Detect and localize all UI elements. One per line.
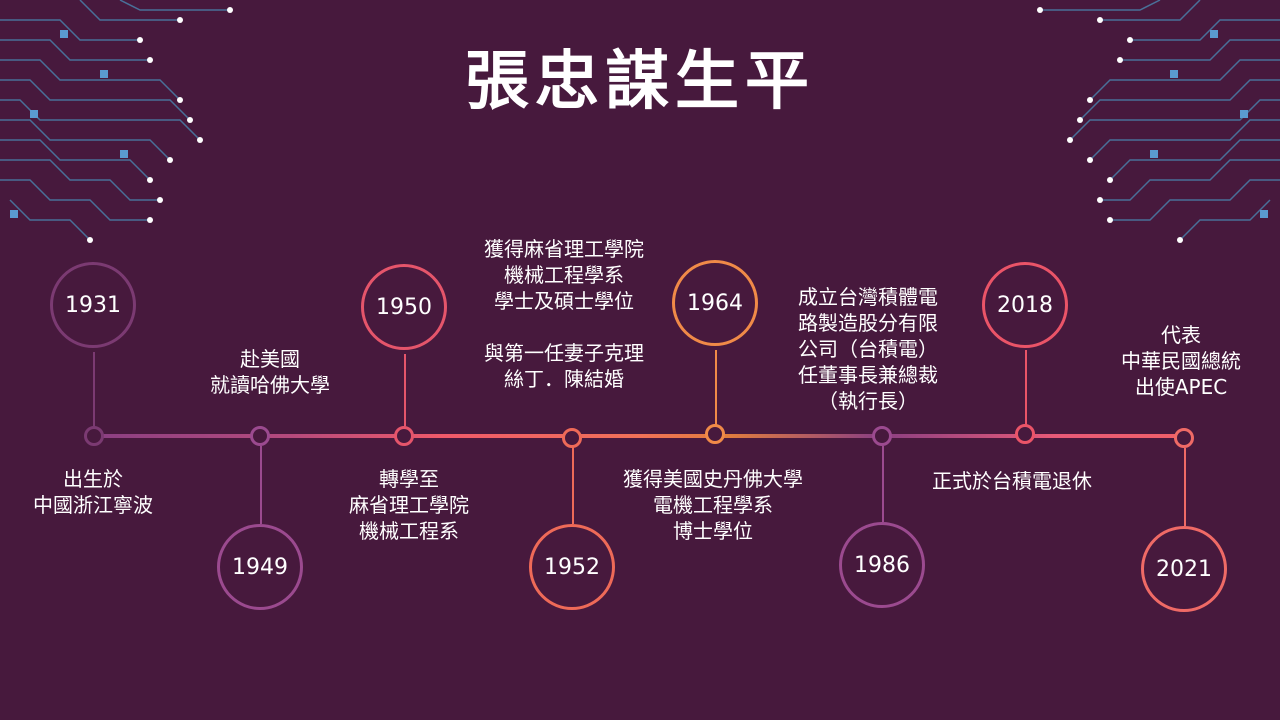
timeline-node-1931 (84, 426, 104, 446)
timeline-node-2021 (1174, 428, 1194, 448)
year-circle-1950: 1950 (361, 264, 447, 350)
event-text-1949: 赴美國 就讀哈佛大學 (210, 347, 330, 397)
event-text-1952: 獲得麻省理工學院 機械工程學系 學士及碩士學位 與第一任妻子克理 絲丁．陳結婚 (484, 237, 644, 391)
year-circle-1931: 1931 (50, 262, 136, 348)
timeline-node-2018 (1015, 424, 1035, 444)
event-text-1950: 轉學至 麻省理工學院 機械工程系 (349, 467, 469, 543)
timeline-node-1952 (562, 428, 582, 448)
event-text-1931: 出生於 中國浙江寧波 (33, 467, 153, 517)
year-circle-2018: 2018 (982, 262, 1068, 348)
event-text-2018: 正式於台積電退休 (932, 469, 1092, 493)
timeline-stem-1986 (882, 446, 884, 522)
event-text-1986: 成立台灣積體電 路製造股分有限 公司（台積電） 任董事長兼總裁 （執行長） (798, 285, 938, 413)
year-circle-2021: 2021 (1141, 526, 1227, 612)
year-circle-1949: 1949 (217, 524, 303, 610)
year-circle-1964: 1964 (672, 260, 758, 346)
timeline-stem-1950 (404, 354, 406, 426)
timeline-node-1949 (250, 426, 270, 446)
timeline-node-1986 (872, 426, 892, 446)
timeline-stem-1931 (93, 352, 95, 426)
timeline-stem-1949 (260, 446, 262, 524)
timeline-stem-1952 (572, 446, 574, 524)
timeline-stem-1964 (715, 350, 717, 426)
timeline-stem-2021 (1184, 448, 1186, 526)
page-title: 張忠謀生平 (465, 45, 815, 119)
event-text-2021: 代表 中華民國總統 出使APEC (1121, 323, 1241, 399)
timeline-stem-2018 (1025, 350, 1027, 426)
timeline-node-1950 (394, 426, 414, 446)
timeline-node-1964 (705, 424, 725, 444)
event-text-1964: 獲得美國史丹佛大學 電機工程學系 博士學位 (623, 467, 803, 543)
year-circle-1986: 1986 (839, 522, 925, 608)
